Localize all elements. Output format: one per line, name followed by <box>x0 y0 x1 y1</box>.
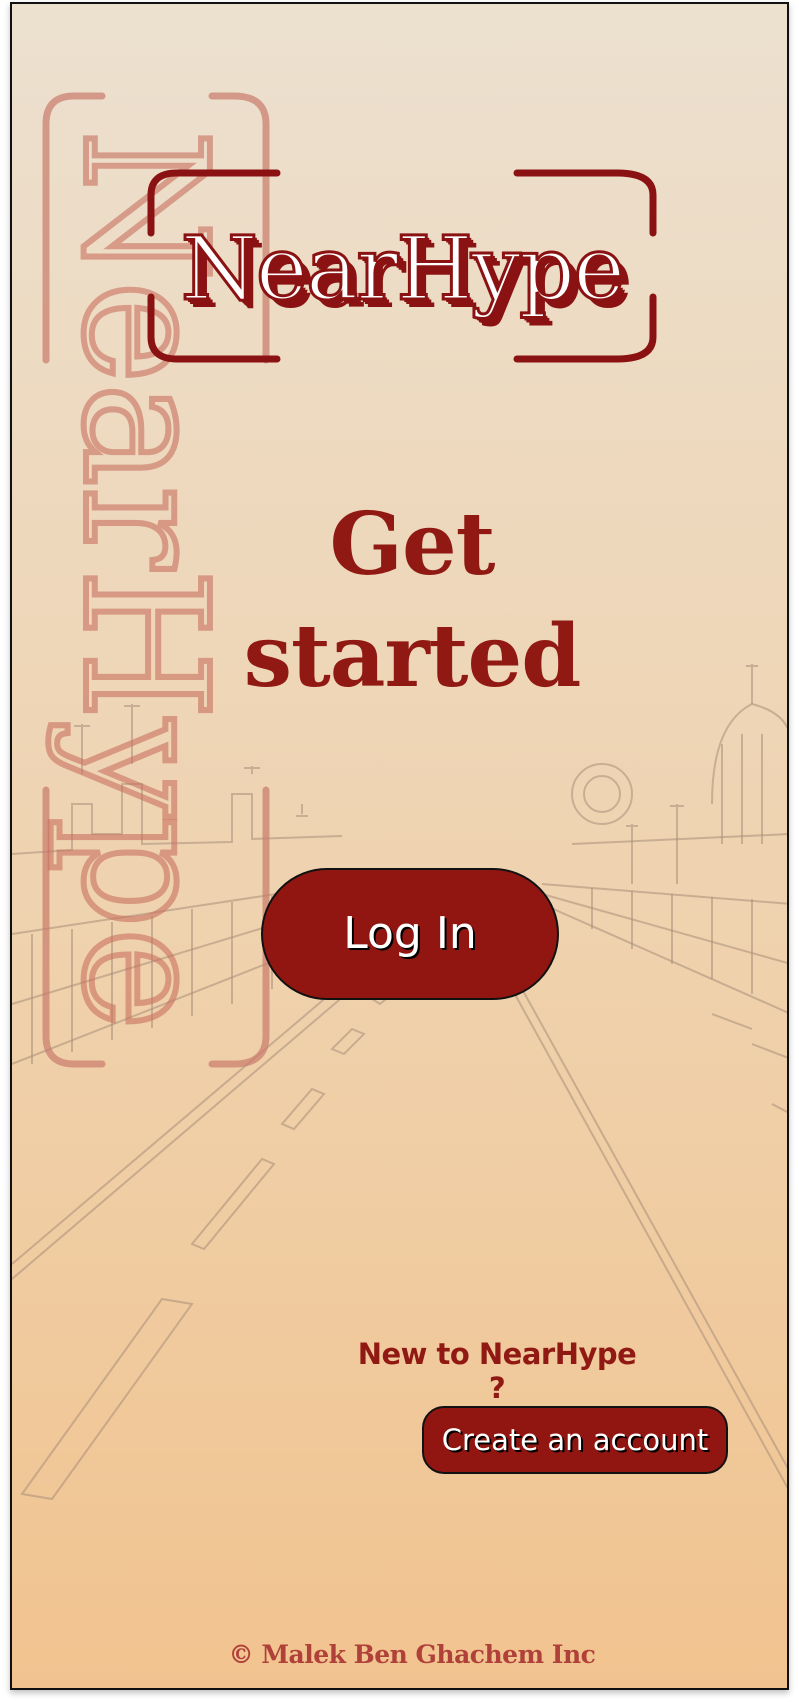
headline-line-1: Get <box>329 494 496 595</box>
brand-wordmark: NearHype <box>179 216 626 322</box>
splash-screen: NearHype NearHype Get started Log In New… <box>10 2 789 1690</box>
login-button[interactable]: Log In <box>261 868 559 1000</box>
page-title: Get started <box>172 489 652 713</box>
new-user-prompt: New to NearHype ? <box>357 1337 637 1405</box>
create-account-button[interactable]: Create an account <box>422 1406 728 1474</box>
copyright-text: © Malek Ben Ghachem Inc <box>228 1640 596 1669</box>
headline-line-2: started <box>243 606 582 707</box>
brand-logo: NearHype <box>147 169 657 369</box>
